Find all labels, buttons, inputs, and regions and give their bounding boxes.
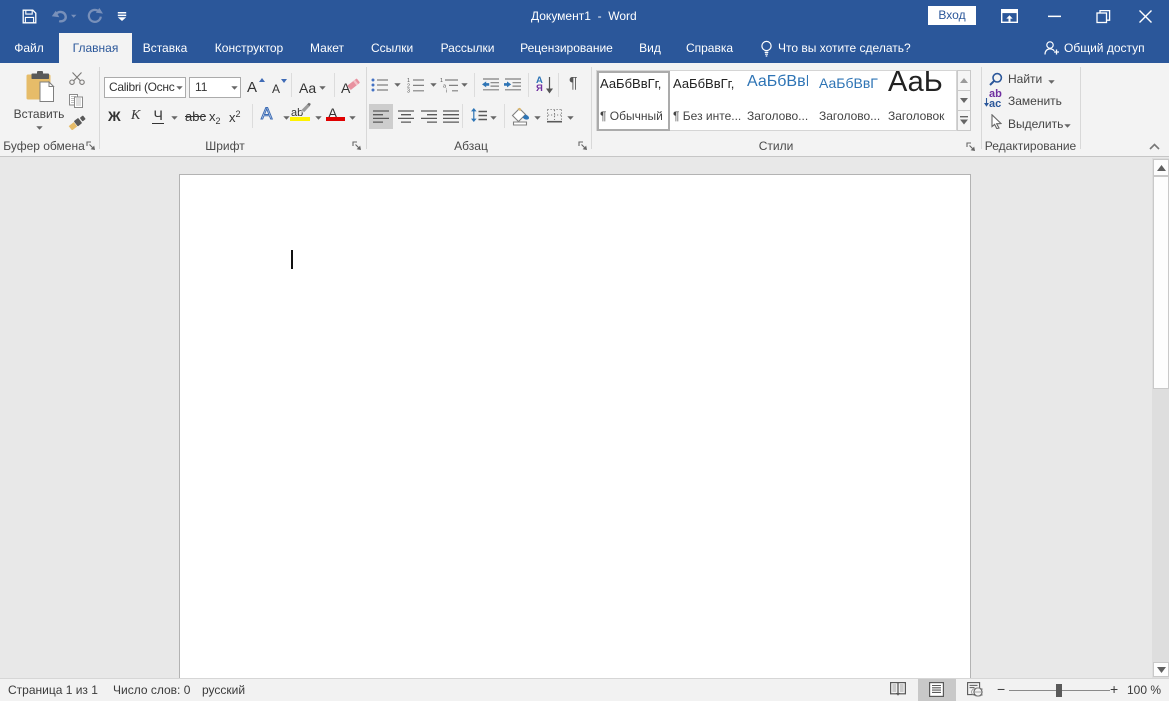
svg-text:i: i — [446, 89, 447, 93]
svg-text:3: 3 — [407, 89, 410, 93]
